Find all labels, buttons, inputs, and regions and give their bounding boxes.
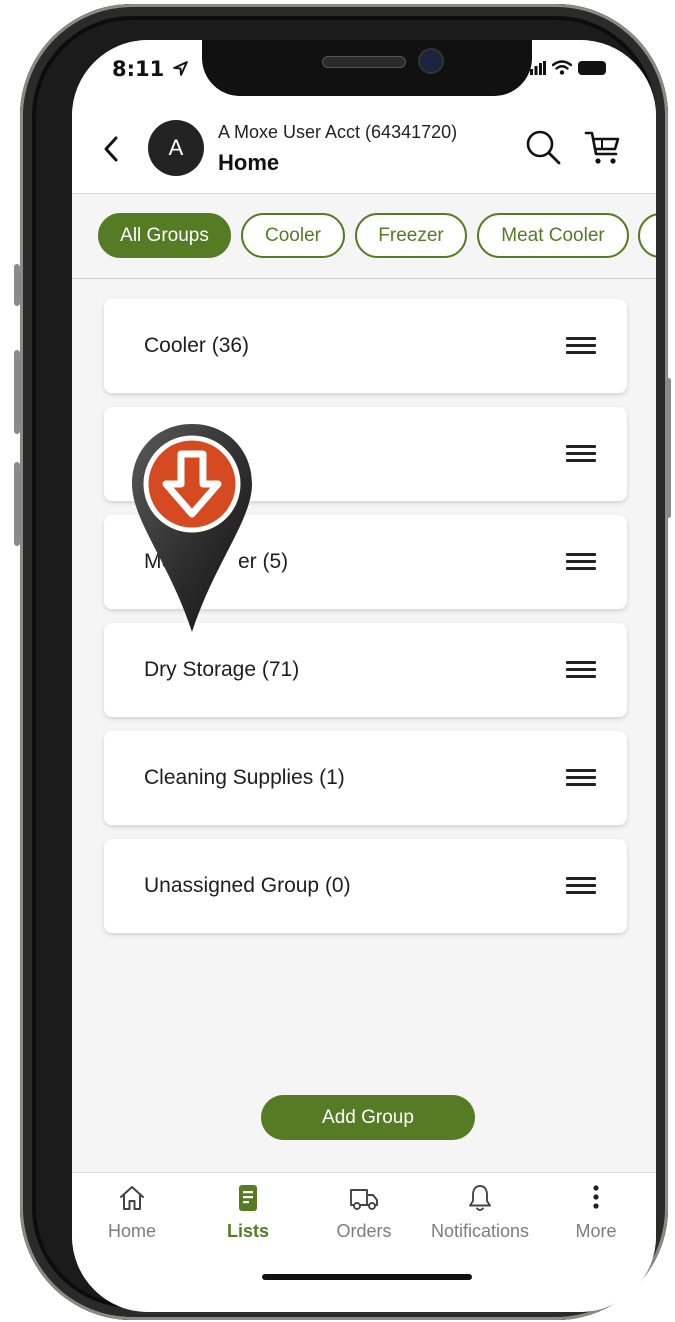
chip-more-partial[interactable] — [638, 213, 656, 258]
home-icon — [120, 1186, 144, 1210]
group-card-cleaning-supplies[interactable]: Cleaning Supplies (1) — [104, 731, 627, 825]
status-icons — [530, 60, 606, 75]
group-label: Unassigned Group (0) — [144, 874, 351, 897]
tab-orders[interactable]: Orders — [306, 1183, 422, 1245]
list-icon — [239, 1185, 257, 1211]
signal-icon — [530, 60, 546, 75]
phone-screen: 8:11 A A Moxe User Acct (64341720) Home … — [72, 40, 656, 1312]
truck-icon — [350, 1189, 378, 1210]
group-label: Cooler (36) — [144, 334, 250, 357]
group-label: Dry Storage (71) — [144, 658, 300, 681]
cart-icon[interactable] — [584, 128, 622, 166]
chip-meat-cooler[interactable]: Meat Cooler — [477, 213, 629, 258]
notch — [202, 40, 532, 96]
group-filter-bar: All Groups Cooler Freezer Meat Cooler — [72, 195, 656, 279]
tab-more[interactable]: More — [538, 1183, 654, 1245]
status-time: 8:11 — [112, 57, 189, 81]
account-name: A Moxe User Acct (64341720) — [218, 122, 458, 142]
drag-handle-icon[interactable] — [566, 445, 596, 463]
tab-notifications[interactable]: Notifications — [422, 1183, 538, 1245]
chip-freezer[interactable]: Freezer — [355, 213, 467, 258]
download-pin-icon[interactable] — [130, 422, 254, 634]
tab-lists[interactable]: Lists — [190, 1183, 306, 1245]
wifi-icon — [552, 60, 572, 75]
search-icon[interactable] — [524, 128, 562, 166]
drag-handle-icon[interactable] — [566, 553, 596, 571]
chip-cooler[interactable]: Cooler — [241, 213, 345, 258]
battery-icon — [578, 60, 606, 75]
tab-label: Notifications — [430, 1221, 530, 1241]
front-camera — [420, 50, 442, 72]
page-title: Home — [218, 150, 280, 175]
chip-all-groups[interactable]: All Groups — [98, 213, 231, 258]
group-card-unassigned[interactable]: Unassigned Group (0) — [104, 839, 627, 933]
tab-bar: Home Lists Orders Notifications More — [72, 1172, 656, 1312]
avatar[interactable]: A — [148, 120, 204, 176]
tab-label: Lists — [226, 1221, 269, 1241]
drag-handle-icon[interactable] — [566, 661, 596, 679]
phone-frame: 8:11 A A Moxe User Acct (64341720) Home … — [20, 4, 668, 1320]
tab-label: Orders — [336, 1221, 392, 1241]
home-indicator — [262, 1274, 472, 1280]
back-arrow-icon[interactable] — [100, 134, 122, 164]
drag-handle-icon[interactable] — [566, 337, 596, 355]
more-vertical-icon — [593, 1185, 599, 1209]
location-arrow-icon — [172, 61, 188, 76]
header: A A Moxe User Acct (64341720) Home — [72, 100, 656, 194]
speaker-grille — [322, 56, 406, 68]
drag-handle-icon[interactable] — [566, 877, 596, 895]
group-label: Cleaning Supplies (1) — [144, 766, 345, 789]
drag-handle-icon[interactable] — [566, 769, 596, 787]
group-card-cooler[interactable]: Cooler (36) — [104, 299, 627, 393]
tab-label: More — [575, 1221, 617, 1241]
group-card-dry-storage[interactable]: Dry Storage (71) — [104, 623, 627, 717]
bell-icon — [469, 1185, 491, 1211]
tab-label: Home — [107, 1221, 156, 1241]
add-group-button[interactable]: Add Group — [261, 1095, 475, 1140]
tab-home[interactable]: Home — [74, 1183, 190, 1245]
